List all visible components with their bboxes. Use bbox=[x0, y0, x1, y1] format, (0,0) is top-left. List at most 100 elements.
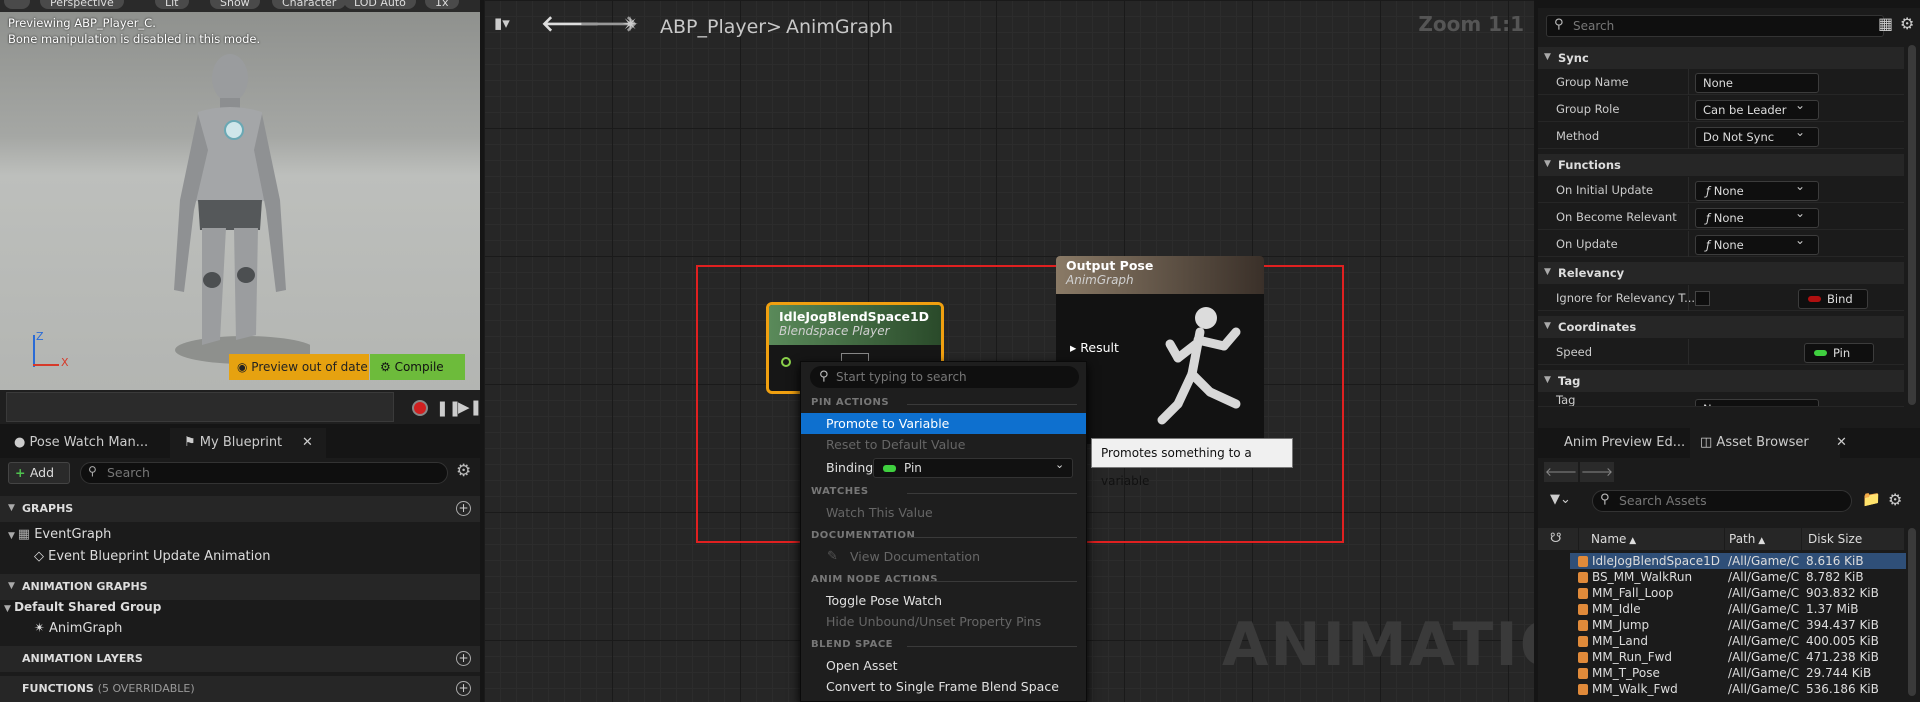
collapse-arrow-icon[interactable]: ▼ bbox=[1544, 321, 1551, 331]
settings-gear-icon[interactable]: ⚙ bbox=[1888, 490, 1902, 509]
close-tab-icon[interactable]: ✕ bbox=[1836, 435, 1847, 450]
section-pin-actions: PIN ACTIONS bbox=[811, 397, 1078, 411]
asset-name: MM_Run_Fwd bbox=[1592, 650, 1673, 664]
preview-viewport[interactable]: Perspective Lit Show Character LOD Auto … bbox=[0, 0, 480, 390]
add-function-icon[interactable]: + bbox=[456, 681, 471, 696]
output-pose-node[interactable]: Output Pose AnimGraph ▸ Result bbox=[1056, 256, 1264, 444]
table-row[interactable]: MM_Jump/All/Game/C 394.437 KiB bbox=[1570, 617, 1906, 633]
timeline-field[interactable] bbox=[6, 392, 394, 422]
add-layer-icon[interactable]: + bbox=[456, 651, 471, 666]
asset-search-input[interactable]: Search Assets bbox=[1592, 490, 1852, 512]
collapse-arrow-icon[interactable]: ▼ bbox=[1544, 267, 1551, 277]
table-view-icon[interactable]: ▦ bbox=[1878, 14, 1893, 33]
details-search-input[interactable]: Search bbox=[1546, 15, 1884, 37]
forward-arrow-icon[interactable]: 🡒 bbox=[1580, 462, 1614, 482]
collapse-arrow-icon[interactable]: ▼ bbox=[1544, 375, 1551, 385]
tag-category[interactable]: Tag bbox=[1538, 370, 1904, 392]
event-update-item[interactable]: ◇ Event Blueprint Update Animation bbox=[34, 546, 270, 568]
collapse-arrow-icon[interactable]: ▼ bbox=[1544, 52, 1551, 62]
table-row[interactable]: IdleJogBlendSpace1D/All/Game/C 8.616 KiB bbox=[1570, 553, 1906, 569]
collapse-arrow-icon: ▼ bbox=[4, 604, 15, 614]
table-row[interactable]: MM_Idle/All/Game/C 1.37 MiB bbox=[1570, 601, 1906, 617]
close-tab-icon[interactable]: ✕ bbox=[302, 435, 313, 450]
bookmark-icon[interactable]: ▮▾ bbox=[494, 14, 510, 32]
tab-pose-watch[interactable]: ● Pose Watch Man... bbox=[0, 428, 168, 458]
relevancy-category[interactable]: Relevancy bbox=[1538, 262, 1904, 284]
graphs-category[interactable]: GRAPHS bbox=[0, 496, 480, 522]
search-icon: ⚲ bbox=[88, 464, 97, 478]
menu-icon[interactable] bbox=[4, 0, 30, 9]
breadcrumb-leaf[interactable]: AnimGraph bbox=[786, 12, 893, 42]
open-asset-item[interactable]: Open Asset bbox=[801, 655, 1086, 676]
coordinates-category[interactable]: Coordinates bbox=[1538, 316, 1904, 338]
column-options-icon[interactable]: ☋ bbox=[1550, 531, 1562, 546]
menu-search-input[interactable]: Start typing to search bbox=[810, 366, 1079, 388]
column-disk-size[interactable]: Disk Size bbox=[1801, 528, 1901, 550]
table-row[interactable]: MM_Run_Fwd/All/Game/C 471.238 KiB bbox=[1570, 649, 1906, 665]
asset-size: 536.186 KiB bbox=[1806, 682, 1879, 696]
convert-single-frame-item[interactable]: Convert to Single Frame Blend Space Play… bbox=[801, 676, 1086, 701]
table-row[interactable]: MM_Walk_Fwd/All/Game/C 536.186 KiB bbox=[1570, 681, 1906, 697]
settings-gear-icon[interactable]: ⚙ bbox=[456, 461, 471, 481]
asset-path: /All/Game/C bbox=[1728, 570, 1800, 584]
speed-button[interactable]: 1x bbox=[425, 0, 459, 9]
functions-category[interactable]: Functions bbox=[1538, 154, 1904, 176]
ignore-relevancy-checkbox[interactable] bbox=[1695, 291, 1710, 306]
animation-layers-category[interactable]: ANIMATION LAYERS bbox=[0, 646, 480, 672]
add-button[interactable]: + Add bbox=[8, 462, 70, 484]
add-graph-icon[interactable]: + bbox=[456, 501, 471, 516]
functions-category[interactable]: FUNCTIONS (5 OVERRIDABLE) bbox=[0, 676, 480, 702]
group-name-input[interactable]: None bbox=[1695, 73, 1819, 93]
table-row[interactable]: MM_Fall_Loop/All/Game/C 903.832 KiB bbox=[1570, 585, 1906, 601]
collapse-arrow-icon[interactable]: ▼ bbox=[1544, 159, 1551, 169]
node-header: Output Pose AnimGraph bbox=[1056, 256, 1264, 294]
record-icon[interactable] bbox=[412, 400, 428, 416]
character-button[interactable]: Character bbox=[272, 0, 347, 9]
event-graph-item[interactable]: ▼ ▦ EventGraph bbox=[8, 524, 111, 546]
play-forward-icon[interactable]: ▶❚ bbox=[458, 398, 482, 416]
preview-out-of-date-button[interactable]: ◉ Preview out of date bbox=[229, 354, 369, 380]
perspective-button[interactable]: Perspective bbox=[40, 0, 124, 9]
back-arrow-icon[interactable]: 🡐 bbox=[1544, 462, 1578, 482]
sync-category[interactable]: Sync bbox=[1538, 47, 1904, 69]
tag-row: Tag None bbox=[1538, 393, 1904, 407]
toggle-pose-watch-item[interactable]: Toggle Pose Watch bbox=[801, 590, 1086, 611]
tab-asset-browser-label: Asset Browser bbox=[1716, 435, 1809, 450]
tab-asset-browser[interactable]: ◫ Asset Browser bbox=[1690, 428, 1840, 458]
table-row[interactable]: MM_T_Pose/All/Game/C 29.744 KiB bbox=[1570, 665, 1906, 681]
binding-dropdown[interactable]: Pin bbox=[873, 458, 1073, 478]
tab-anim-preview-editor[interactable]: Anim Preview Ed... bbox=[1538, 428, 1690, 458]
chevron-down-icon: ⌄ bbox=[1055, 458, 1065, 471]
table-row[interactable]: BS_MM_WalkRun/All/Game/C 8.782 KiB bbox=[1570, 569, 1906, 585]
collapse-arrow-icon[interactable]: ▼ bbox=[8, 503, 15, 513]
pin-context-menu[interactable]: Start typing to search ⚲ PIN ACTIONS Pro… bbox=[800, 361, 1087, 702]
node-header: IdleJogBlendSpace1D Blendspace Player bbox=[769, 305, 941, 345]
default-shared-group-item[interactable]: ▼ Default Shared Group bbox=[4, 596, 161, 618]
tag-label: Tag bbox=[1556, 393, 1576, 407]
collapse-arrow-icon[interactable]: ▼ bbox=[8, 581, 15, 591]
asset-scrollbar[interactable] bbox=[1908, 528, 1916, 696]
column-name[interactable]: Name ▲ bbox=[1578, 528, 1708, 552]
result-pin[interactable]: ▸ Result bbox=[1070, 340, 1119, 355]
lit-button[interactable]: Lit bbox=[155, 0, 189, 9]
tag-input[interactable]: None bbox=[1695, 399, 1819, 406]
details-scrollbar[interactable] bbox=[1908, 45, 1916, 405]
compile-button[interactable]: ⚙ Compile bbox=[370, 354, 465, 380]
anim-graph-label: AnimGraph bbox=[49, 621, 123, 636]
pose-output-pin[interactable] bbox=[781, 357, 791, 367]
blueprint-search-input[interactable]: Search bbox=[80, 462, 448, 484]
filter-icon[interactable]: ▼⌄ bbox=[1550, 492, 1571, 507]
show-button[interactable]: Show bbox=[210, 0, 260, 9]
column-path[interactable]: Path ▲ bbox=[1724, 528, 1804, 552]
chevron-down-icon: ⌄ bbox=[1795, 125, 1806, 139]
settings-gear-icon[interactable]: ⚙ bbox=[1900, 14, 1914, 33]
asset-path: /All/Game/C bbox=[1728, 650, 1800, 664]
binding-label: Binding bbox=[826, 460, 874, 475]
table-row[interactable]: MM_Land/All/Game/C 400.005 KiB bbox=[1570, 633, 1906, 649]
promote-to-variable-item[interactable]: Promote to Variable bbox=[801, 413, 1086, 434]
anim-graph-item[interactable]: ✴ AnimGraph bbox=[34, 618, 122, 640]
breadcrumb-root[interactable]: ABP_Player bbox=[660, 12, 766, 42]
node-title: IdleJogBlendSpace1D bbox=[779, 309, 930, 324]
folder-icon[interactable]: 📁 bbox=[1862, 490, 1881, 508]
lod-button[interactable]: LOD Auto bbox=[344, 0, 416, 9]
